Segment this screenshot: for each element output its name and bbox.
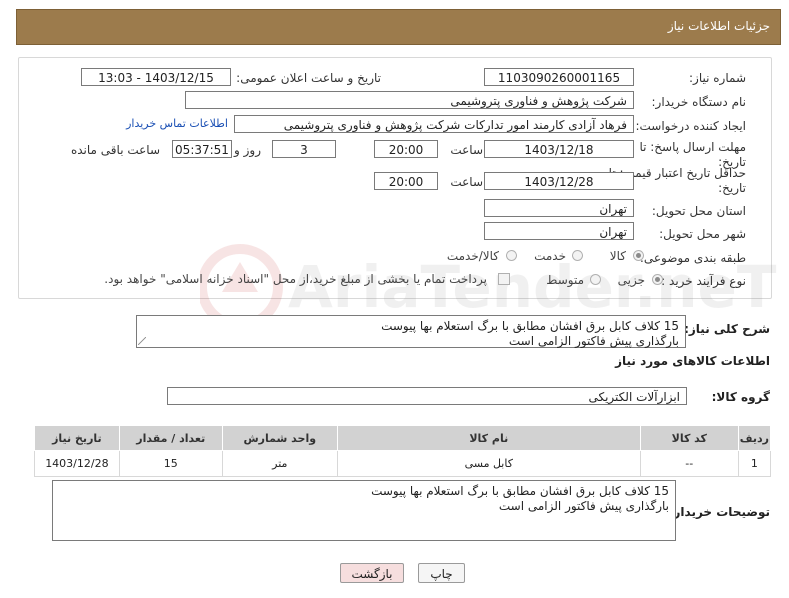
province-field: تهران xyxy=(484,199,634,217)
column-header-unit: واحد شمارش xyxy=(221,425,338,451)
column-header-item-code: کد کالا xyxy=(639,425,739,451)
buyer-org-label: نام دستگاه خریدار: xyxy=(651,95,747,109)
goods-table: ردیف کد کالا نام کالا واحد شمارش تعداد /… xyxy=(34,425,772,477)
deadline-time-field: 20:00 xyxy=(374,140,438,158)
price-validity-date-field: 1403/12/28 xyxy=(484,172,634,190)
page-title: جزئیات اطلاعات نیاز xyxy=(667,19,770,33)
category-radio-service[interactable] xyxy=(572,250,583,261)
table-row: 1 -- کابل مسی متر 15 1403/12/28 xyxy=(34,450,772,477)
process-radio-medium[interactable] xyxy=(590,274,601,285)
page-header: جزئیات اطلاعات نیاز xyxy=(16,9,781,45)
goods-group-label: گروه کالا: xyxy=(711,390,770,404)
column-header-row-number: ردیف xyxy=(737,425,772,451)
goods-group-field: ابزارآلات الکتریکی xyxy=(167,387,687,405)
price-validity-label-date: تاریخ: xyxy=(718,181,746,195)
category-option-service: خدمت xyxy=(534,249,566,263)
buyer-contact-link[interactable]: اطلاعات تماس خریدار xyxy=(126,117,228,130)
city-field: تهران xyxy=(484,222,634,240)
buyer-notes-textarea[interactable]: 15 کلاف کابل برق افشان مطابق با برگ استع… xyxy=(52,480,676,541)
cell-row-number: 1 xyxy=(737,450,772,477)
treasury-payment-checkbox[interactable] xyxy=(498,273,510,285)
creator-label: ایجاد کننده درخواست: xyxy=(635,119,746,133)
announce-datetime-field: 1403/12/15 - 13:03 xyxy=(81,68,231,86)
remaining-days-field: 3 xyxy=(272,140,336,158)
need-number-field: 1103090260001165 xyxy=(484,68,634,86)
summary-label: شرح کلی نیاز: xyxy=(684,322,770,336)
process-radio-minor[interactable] xyxy=(652,274,663,285)
cell-item-code: -- xyxy=(639,450,739,477)
deadline-label: مهلت ارسال پاسخ: تا xyxy=(639,140,746,154)
cell-quantity: 15 xyxy=(118,450,223,477)
process-option-minor: جزیی xyxy=(617,273,645,287)
province-label: استان محل تحویل: xyxy=(651,204,746,218)
need-number-label: شماره نیاز: xyxy=(689,71,746,85)
price-validity-time-field: 20:00 xyxy=(374,172,438,190)
column-header-need-date: تاریخ نیاز xyxy=(34,425,120,451)
column-header-quantity: تعداد / مقدار xyxy=(118,425,223,451)
process-option-medium: متوسط xyxy=(546,273,584,287)
resize-handle-icon[interactable] xyxy=(138,337,146,345)
buyer-notes-label: توضیحات خریدار: xyxy=(668,505,770,519)
cell-need-date: 1403/12/28 xyxy=(34,450,120,477)
column-header-item-name: نام کالا xyxy=(336,425,641,451)
cell-item-name: کابل مسی xyxy=(336,450,641,477)
buyer-org-field: شرکت پژوهش و فناوری پتروشیمی xyxy=(185,91,634,109)
remaining-time-field: 05:37:51 xyxy=(172,140,232,158)
category-label: طبقه بندی موضوعی: xyxy=(639,251,746,265)
category-option-goods-service: کالا/خدمت xyxy=(446,249,499,263)
price-validity-time-label: ساعت xyxy=(450,175,483,189)
announce-datetime-label: تاریخ و ساعت اعلان عمومی: xyxy=(236,71,381,85)
treasury-payment-note: پرداخت تمام یا بخشی از مبلغ خرید،از محل … xyxy=(104,272,487,286)
process-type-label: نوع فرآیند خرید : xyxy=(661,274,746,288)
cell-unit: متر xyxy=(221,450,338,477)
summary-textarea[interactable]: 15 کلاف کابل برق افشان مطابق با برگ استع… xyxy=(136,315,686,348)
city-label: شهر محل تحویل: xyxy=(659,227,746,241)
goods-section-title: اطلاعات کالاهای مورد نیاز xyxy=(615,354,770,368)
creator-field: فرهاد آزادی کارمند امور تدارکات شرکت پژو… xyxy=(234,115,634,133)
deadline-date-field: 1403/12/18 xyxy=(484,140,634,158)
category-option-goods: کالا xyxy=(609,249,626,263)
table-header-row: ردیف کد کالا نام کالا واحد شمارش تعداد /… xyxy=(34,425,772,451)
category-radio-goods[interactable] xyxy=(633,250,644,261)
print-button[interactable]: چاپ xyxy=(418,563,465,583)
back-button[interactable]: بازگشت xyxy=(340,563,404,583)
category-radio-goods-service[interactable] xyxy=(506,250,517,261)
days-label: روز و xyxy=(234,143,261,157)
deadline-time-label: ساعت xyxy=(450,143,483,157)
remaining-time-label: ساعت باقی مانده xyxy=(70,143,160,157)
